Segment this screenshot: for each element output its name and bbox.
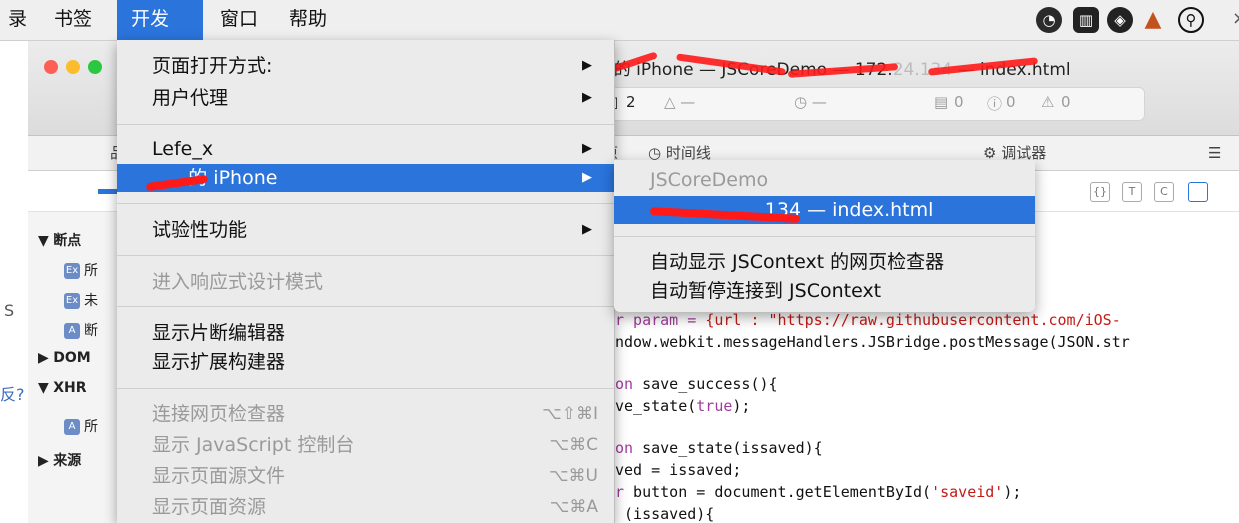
breakpoint-row[interactable]: A断 bbox=[64, 320, 98, 340]
wechat-icon[interactable]: ◔ bbox=[1036, 7, 1062, 33]
warning-count: 0 bbox=[1061, 93, 1071, 111]
type-profiler-button[interactable]: T bbox=[1122, 182, 1142, 202]
menu-item-responsive-design[interactable]: 进入响应式设计模式 bbox=[117, 268, 614, 296]
submenu-arrow-icon: ▶ bbox=[582, 58, 592, 73]
menu-develop[interactable]: 开发 bbox=[117, 0, 203, 40]
error-icon: ⓘ bbox=[987, 95, 1003, 113]
device-submenu: JSCoreDemo 134 — index.html 自动显示 JSConte… bbox=[614, 160, 1035, 312]
assertion-badge-icon: A bbox=[64, 323, 80, 339]
edge-text: S bbox=[4, 301, 15, 320]
menu-item-snippet-editor[interactable]: 显示片断编辑器 bbox=[117, 319, 614, 347]
menu-item-js-console[interactable]: 显示 JavaScript 控制台 ⌥⌘C bbox=[117, 431, 614, 459]
shield-icon[interactable]: ◈ bbox=[1107, 7, 1133, 33]
clock-icon: ◷ — bbox=[794, 93, 827, 111]
menu-item-device-iphone[interactable]: 的 iPhone ▶ bbox=[117, 164, 614, 192]
minimize-button[interactable] bbox=[66, 60, 80, 74]
menu-item-user-agent[interactable]: 用户代理 ▶ bbox=[117, 84, 614, 112]
submenu-app-header: JSCoreDemo bbox=[650, 169, 769, 191]
exception-badge-icon: Ex bbox=[64, 293, 80, 309]
menu-bar: 录 书签 开发 窗口 帮助 ◔ ▥ ◈ ▲ ⚲ × bbox=[0, 0, 1239, 41]
disclosure-triangle-icon[interactable]: ▼ bbox=[38, 233, 53, 249]
menu-item-experimental-features[interactable]: 试验性功能 ▶ bbox=[117, 216, 614, 244]
submenu-arrow-icon: ▶ bbox=[582, 90, 592, 105]
edge-link[interactable]: 反? bbox=[0, 381, 25, 405]
tray-overflow-icon: × bbox=[1218, 0, 1239, 40]
shortcut-label: ⌥⇧⌘I bbox=[542, 404, 598, 424]
menu-item-page-resources[interactable]: 显示页面资源 ⌥⌘A bbox=[117, 493, 614, 521]
shortcut-label: ⌥⌘C bbox=[549, 435, 598, 455]
warning-icon: ⚠ bbox=[1041, 93, 1055, 111]
submenu-item-page[interactable]: 134 — index.html bbox=[614, 196, 1035, 224]
breakpoint-row[interactable]: Ex 所 bbox=[64, 260, 98, 280]
menu-separator bbox=[117, 306, 614, 307]
file-count: 2 bbox=[626, 93, 636, 111]
menu-separator bbox=[117, 255, 614, 256]
shortcut-label: ⌥⌘U bbox=[548, 466, 598, 486]
lantern-icon[interactable]: ▲ bbox=[1140, 7, 1166, 33]
shortcut-label: ⌥⌘A bbox=[549, 497, 598, 517]
submenu-item-auto-pause[interactable]: 自动暂停连接到 JSContext bbox=[614, 277, 1035, 305]
disclosure-triangle-icon[interactable]: ▼ bbox=[38, 380, 53, 396]
code-editor[interactable]: r param = {url : "https://raw.githubuser… bbox=[28, 41, 1130, 523]
tab-storage[interactable]: ☰ bbox=[1208, 136, 1221, 170]
code-line: ved = issaved; bbox=[615, 461, 742, 479]
toggle-sidebar-button[interactable] bbox=[1188, 182, 1208, 202]
code-line: ndow.webkit.messageHandlers.JSBridge.pos… bbox=[615, 333, 1130, 351]
menu-item-open-page-with[interactable]: 页面打开方式: ▶ bbox=[117, 52, 614, 80]
exception-badge-icon: Ex bbox=[64, 263, 80, 279]
log-count: 0 bbox=[954, 93, 964, 111]
menu-separator bbox=[614, 236, 1035, 237]
disclosure-triangle-icon[interactable]: ▶ bbox=[38, 453, 53, 469]
breakpoint-row[interactable]: Ex 未 bbox=[64, 290, 98, 310]
bell-icon: △ — bbox=[664, 93, 696, 111]
dom-breakpoints-section[interactable]: ▶ DOM bbox=[38, 350, 91, 366]
menu-separator bbox=[117, 388, 614, 389]
log-icon: ▤ bbox=[934, 93, 949, 111]
breakpoint-row[interactable]: A所 bbox=[64, 416, 98, 436]
menu-history[interactable]: 录 bbox=[0, 0, 41, 40]
submenu-arrow-icon: ▶ bbox=[582, 222, 592, 237]
menu-item-connect-inspector[interactable]: 连接网页检查器 ⌥⇧⌘I bbox=[117, 400, 614, 428]
submenu-item-auto-show-inspector[interactable]: 自动显示 JSContext 的网页检查器 bbox=[614, 248, 1035, 276]
menu-separator bbox=[117, 203, 614, 204]
disclosure-triangle-icon[interactable]: ▶ bbox=[38, 350, 53, 366]
code-line: r param = {url : "https://raw.githubuser… bbox=[615, 311, 1121, 329]
menu-help[interactable]: 帮助 bbox=[275, 0, 341, 40]
sources-section[interactable]: ▶ 来源 bbox=[38, 450, 81, 470]
submenu-arrow-icon: ▶ bbox=[582, 141, 592, 156]
coverage-button[interactable]: C bbox=[1154, 182, 1174, 202]
menu-bookmarks[interactable]: 书签 bbox=[40, 0, 106, 40]
code-line: ve_state(true); bbox=[615, 397, 751, 415]
search-icon[interactable]: ⚲ bbox=[1178, 7, 1204, 33]
menu-item-device-lefe[interactable]: Lefe_x ▶ bbox=[117, 135, 614, 163]
code-line: on save_success(){ bbox=[615, 375, 778, 393]
code-line: r button = document.getElementById('save… bbox=[615, 483, 1022, 501]
menu-item-page-source[interactable]: 显示页面源文件 ⌥⌘U bbox=[117, 462, 614, 490]
code-line: on save_state(issaved){ bbox=[615, 439, 823, 457]
develop-menu: 页面打开方式: ▶ 用户代理 ▶ Lefe_x ▶ 的 iPhone ▶ 试验性功能 ▶ … bbox=[117, 40, 615, 523]
menu-separator bbox=[117, 124, 614, 125]
breakpoints-section[interactable]: ▼ 断点 bbox=[38, 230, 81, 250]
menu-window[interactable]: 窗口 bbox=[206, 0, 272, 40]
assertion-badge-icon: A bbox=[64, 419, 80, 435]
pretty-print-button[interactable]: {} bbox=[1090, 182, 1110, 202]
status-box: ▯ 2 △ — ◷ — ▤ 0 ⓘ 0 ⚠ 0 bbox=[603, 87, 1145, 121]
debugger-sidebar: ▼ 断点 Ex 所 Ex 未 A断 ▶ DOM ▼ XHR A所 ▶ 来源 bbox=[28, 212, 129, 523]
menu-item-extension-builder[interactable]: 显示扩展构建器 bbox=[117, 348, 614, 376]
zoom-button[interactable] bbox=[88, 60, 102, 74]
code-line: (issaved){ bbox=[615, 505, 715, 523]
app-icon[interactable]: ▥ bbox=[1073, 7, 1099, 33]
error-count: 0 bbox=[1006, 93, 1016, 111]
submenu-arrow-icon: ▶ bbox=[582, 170, 592, 185]
xhr-breakpoints-section[interactable]: ▼ XHR bbox=[38, 380, 87, 396]
